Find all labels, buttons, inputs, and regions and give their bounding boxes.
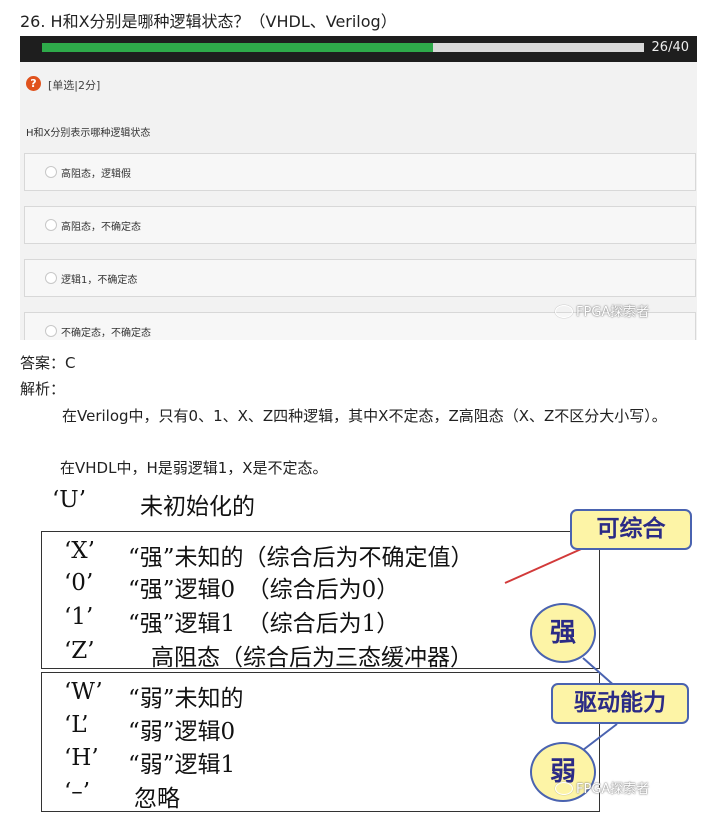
synthesizable-callout: 可综合 [570, 509, 692, 550]
wechat-icon [555, 782, 573, 795]
synth-arrow [504, 545, 589, 584]
strong-bubble: 强 [530, 603, 596, 663]
watermark-slide: FPGA探索者 [555, 778, 649, 797]
weak-connector [582, 723, 618, 751]
drive-strength-callout: 驱动能力 [551, 683, 689, 724]
watermark-text: FPGA探索者 [576, 782, 650, 797]
